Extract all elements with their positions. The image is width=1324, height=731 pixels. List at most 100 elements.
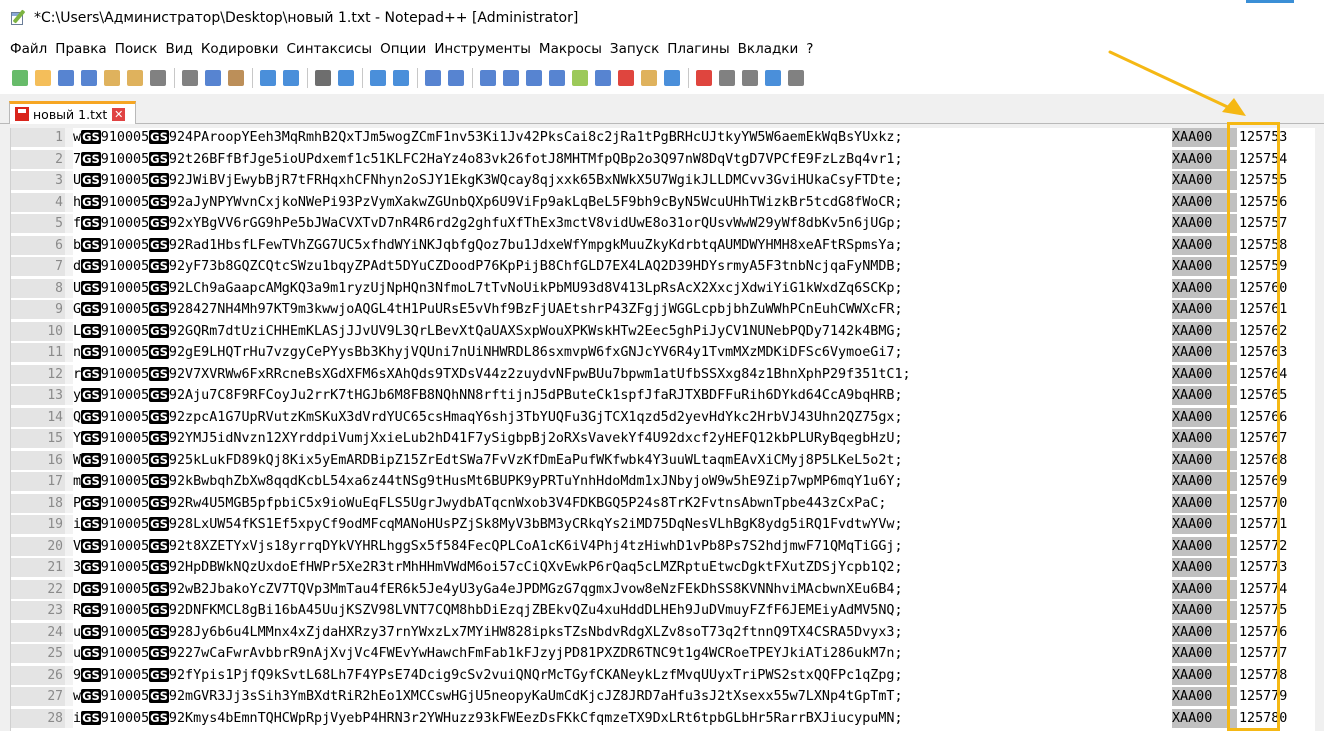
menu-item[interactable]: Вид [161, 41, 196, 57]
editor-line[interactable]: 20 VGS910005GS92t8XZETYxVjs18yrrqDYkVYHRL… [11, 536, 1315, 556]
menu-item[interactable]: ? [802, 41, 817, 57]
editor-line[interactable]: 25 uGS910005GS9227wCaFwrAvbbrR9nAjXvjVc4F… [11, 644, 1315, 663]
editor-line[interactable]: 27 wGS910005GS92mGVR3Jj3sSih3YmBXdtRiR2hE… [11, 687, 1315, 706]
save-all-button[interactable] [79, 68, 99, 88]
menu-item[interactable]: Поиск [111, 41, 162, 57]
print-button[interactable] [148, 68, 168, 88]
new-file-button[interactable] [10, 68, 30, 88]
editor-line[interactable]: 18 PGS910005GS92Rw4U5MGB5pfpbiC5x9ioWuEqF… [11, 493, 1315, 513]
line-code: 92Aju7C8F9RFCoyJu2rrK7tHGJb6M8FB8NQhNN8r… [168, 388, 903, 403]
editor-line[interactable]: 4 hGS910005GS92aJyNPYWvnCxjkoNWePi93PzVym… [11, 192, 1315, 212]
fold-margin [65, 472, 73, 491]
stop-macro-button[interactable] [717, 68, 737, 88]
serial-number: 125770 [1237, 493, 1299, 513]
editor-line[interactable]: 10 LGS910005GS92GQRm7dtUziCHHEmKLASjJJvUV… [11, 321, 1315, 341]
editor-line[interactable]: 28 iGS910005GS92Kmys4bEmnTQHCWpRpjVyebP4H… [11, 708, 1315, 728]
editor-line[interactable]: 1 wGS910005GS924PAroopYEeh3MqRmhB2QxTJm5w… [11, 128, 1315, 147]
show-all-chars-button[interactable] [501, 68, 521, 88]
editor-line[interactable]: 2 7GS910005GS92t26BFfBfJge5ioUPdxemf1c51K… [11, 149, 1315, 169]
line-field: 910005 [100, 151, 150, 167]
tab-close-icon[interactable]: ✕ [112, 107, 126, 121]
line-code: 928Jy6b6u4LMMnx4xZjdaHXRzy37rnYWxzLx7MYi… [168, 624, 903, 640]
save-button[interactable] [56, 68, 76, 88]
menu-item[interactable]: Опции [376, 41, 430, 57]
menu-item[interactable]: Инструменты [430, 41, 535, 57]
play-macro-button[interactable] [740, 68, 760, 88]
editor-line[interactable]: 19 iGS910005GS928LxUW54fKS1Ef5xpyCf9odMFc… [11, 515, 1315, 534]
line-number: 21 [11, 558, 65, 577]
menu-item[interactable]: Вкладки [734, 41, 803, 57]
folder-workspace-button[interactable] [616, 68, 636, 88]
menu-item[interactable]: Кодировки [197, 41, 283, 57]
line-prefix: u [73, 646, 82, 661]
notepadpp-app-icon [10, 9, 26, 26]
zoom-in-button[interactable] [368, 68, 388, 88]
sync-vertical-button[interactable] [423, 68, 443, 88]
editor-line[interactable]: 8 UGS910005GS92LCh9aGaapcAMgKQ3a9m1ryzUjN… [11, 278, 1315, 298]
editor-line[interactable]: 24 uGS910005GS928Jy6b6u4LMMnx4xZjdaHXRzy3… [11, 622, 1315, 642]
folder-button[interactable] [639, 68, 659, 88]
editor-line[interactable]: 7 dGS910005GS92yF73b8GQZCQtcSWzu1bqyZPAdt… [11, 257, 1315, 276]
monitor-button[interactable] [662, 68, 682, 88]
editor-line[interactable]: 23 RGS910005GS92DNFKMCL8gBi16bA45UujKSZV9… [11, 601, 1315, 620]
menu-item[interactable]: Правка [51, 41, 110, 57]
menu-item[interactable]: Плагины [663, 41, 733, 57]
editor-line[interactable]: 3 UGS910005GS92JWiBVjEwybBjR7tFRHqxhCFNhy… [11, 171, 1315, 190]
user-language-button[interactable] [547, 68, 567, 88]
fold-margin [65, 386, 73, 405]
fold-margin [65, 450, 73, 470]
editor-line[interactable]: 13 yGS910005GS92Aju7C8F9RFCoyJu2rrK7tHGJb… [11, 386, 1315, 405]
editor-line[interactable]: 21 3GS910005GS92HpDBWkNQzUxdoEfHWPr5Xe2R3… [11, 558, 1315, 577]
doc-map-button[interactable] [570, 68, 590, 88]
gs-control-char: GS [149, 431, 169, 445]
replace-button[interactable] [336, 68, 356, 88]
editor-line[interactable]: 14 QGS910005GS92zpcA1G7UpRVutzKmSKuX3dVrd… [11, 407, 1315, 427]
serial-number: 125776 [1237, 622, 1299, 642]
zoom-out-button[interactable] [391, 68, 411, 88]
sync-horizontal-button[interactable] [446, 68, 466, 88]
menu-item[interactable]: Запуск [606, 41, 663, 57]
editor-line[interactable]: 15 YGS910005GS92YMJ5idNvzn12XYrddpiVumjXx… [11, 429, 1315, 448]
copy-button[interactable] [203, 68, 223, 88]
tab-new-1[interactable]: новый 1.txt ✕ [9, 101, 136, 124]
line-text: bGS910005GS92Rad1HbsfLFewTVhZGG7UC5xfhdW… [73, 236, 903, 255]
gs-control-char: GS [149, 194, 169, 209]
run-macro-multiple-button[interactable] [763, 68, 783, 88]
editor-line[interactable]: 17 mGS910005GS92kBwbqhZbXw8qqdKcbL54xa6z4… [11, 472, 1315, 491]
paste-button[interactable] [226, 68, 246, 88]
editor-area[interactable]: 1 wGS910005GS924PAroopYEeh3MqRmhB2QxTJm5w… [10, 128, 1315, 731]
close-all-button[interactable] [125, 68, 145, 88]
line-field: 910005 [100, 474, 150, 489]
editor-line[interactable]: 9 GGS910005GS928427NH4Mh97KT9m3kwwjoAQGL4… [11, 300, 1315, 319]
editor-line[interactable]: 26 9GS910005GS92fYpis1PjfQ9kSvtL68Lh7F4YP… [11, 665, 1315, 685]
editor-line[interactable]: 16 WGS910005GS925kLukFD89kQj8Kix5yEmARDBi… [11, 450, 1315, 470]
indent-guide-button[interactable] [524, 68, 544, 88]
editor-line[interactable]: 11 nGS910005GS92gE9LHQTrHu7vzgyCePYysBb3K… [11, 343, 1315, 362]
save-macro-button[interactable] [786, 68, 806, 88]
editor-line[interactable]: 22 DGS910005GS92wB2JbakoYcZV7TQVp3MmTau4f… [11, 579, 1315, 599]
undo-button[interactable] [258, 68, 278, 88]
redo-button[interactable] [281, 68, 301, 88]
open-file-button[interactable] [33, 68, 53, 88]
gs-control-char: GS [81, 366, 101, 381]
line-number: 11 [11, 343, 65, 362]
gs-control-char: GS [81, 581, 101, 596]
menu-item[interactable]: Синтаксисы [283, 41, 377, 57]
word-wrap-button[interactable] [478, 68, 498, 88]
close-button[interactable] [102, 68, 122, 88]
menu-item[interactable]: Макросы [535, 41, 606, 57]
editor-line[interactable]: 5 fGS910005GS92xYBgVV6rGG9hPe5bJWaCVXTvD7… [11, 214, 1315, 233]
fold-margin [65, 171, 73, 190]
serial-number: 125756 [1237, 192, 1299, 212]
cut-button[interactable] [180, 68, 200, 88]
close-all-icon [127, 70, 143, 86]
line-field: 910005 [100, 624, 150, 640]
fold-margin [65, 708, 73, 728]
record-macro-button[interactable] [694, 68, 714, 88]
find-button[interactable] [313, 68, 333, 88]
editor-line[interactable]: 12 rGS910005GS92V7XVRWw6FxRRcneBsXGdXFM6s… [11, 364, 1315, 384]
editor-line[interactable]: 6 bGS910005GS92Rad1HbsfLFewTVhZGG7UC5xfhd… [11, 235, 1315, 255]
function-list-button[interactable] [593, 68, 613, 88]
line-code: 92DNFKMCL8gBi16bA45UujKSZV98LVNT7CQM8hbD… [168, 603, 903, 618]
menu-item[interactable]: Файл [6, 41, 51, 57]
